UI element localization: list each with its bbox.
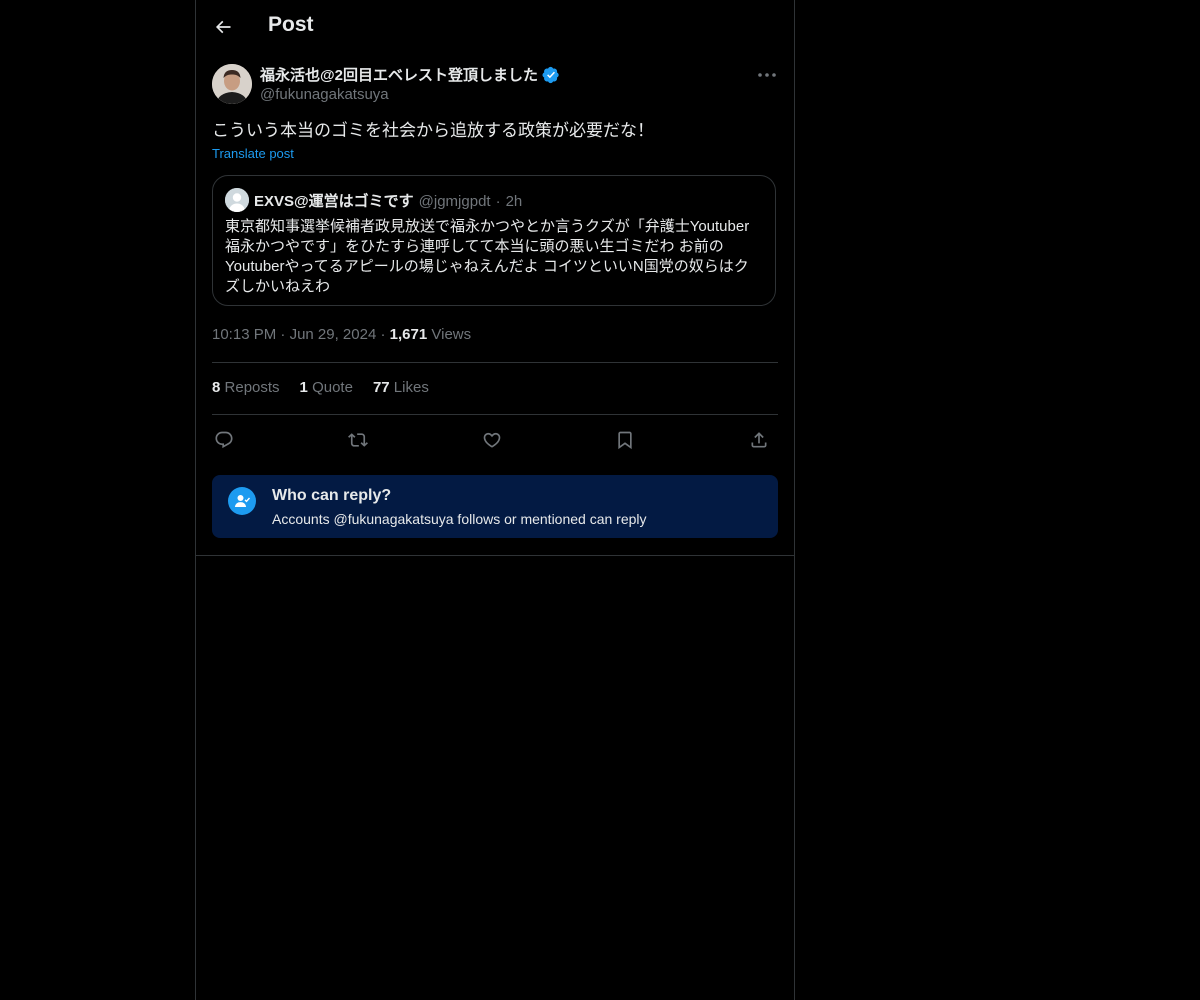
quotes-stat[interactable]: 1 Quote	[300, 379, 353, 396]
repost-button[interactable]	[346, 428, 370, 452]
bookmark-icon	[618, 431, 632, 450]
post-author: 福永活也@2回目エベレスト登頂しました @fukunagakatsuya	[212, 64, 778, 108]
quoted-text: 東京都知事選挙候補者政見放送で福永かつやとか言うクズが「弁護士Youtuber福…	[225, 218, 750, 295]
quotes-label: Quote	[312, 379, 353, 396]
reply-icon	[215, 431, 233, 449]
quoted-avatar	[225, 188, 249, 212]
divider	[212, 362, 778, 363]
back-button[interactable]	[210, 14, 236, 40]
reposts-count: 8	[212, 379, 221, 396]
quoted-time: 2h	[505, 193, 523, 210]
post-column: Post 福永活也@2回目エベレスト登頂しました @fukunagakatsuy…	[195, 0, 795, 1000]
reposts-stat[interactable]: 8 Reposts	[212, 379, 280, 396]
more-horizontal-icon	[758, 73, 776, 77]
views-count: 1,671	[389, 326, 428, 343]
heart-icon	[483, 432, 501, 448]
quoted-author-handle: @jgmjgpdt	[418, 193, 491, 210]
author-name[interactable]: 福永活也@2回目エベレスト登頂しました	[260, 64, 560, 85]
likes-count: 77	[372, 379, 390, 396]
quoted-post[interactable]: EXVS@運営はゴミです @jgmjgpdt · 2h 東京都知事選挙候補者政見…	[212, 175, 776, 306]
quoted-author-name: EXVS@運営はゴミです	[254, 193, 414, 210]
page-title: Post	[268, 13, 314, 36]
person-check-icon	[228, 487, 256, 515]
avatar[interactable]	[212, 64, 252, 104]
verified-badge-icon	[542, 66, 559, 83]
post-date[interactable]: Jun 29, 2024	[290, 326, 377, 343]
views-label: Views	[431, 326, 472, 343]
reposts-label: Reposts	[224, 379, 280, 396]
reply-restriction-notice: Who can reply? Accounts @fukunagakatsuya…	[212, 475, 778, 538]
arrow-left-icon	[215, 20, 231, 34]
engagement-stats: 8 Reposts 1 Quote 77 Likes	[212, 379, 429, 396]
bookmark-button[interactable]	[613, 428, 637, 452]
translate-post-link[interactable]: Translate post	[212, 146, 294, 161]
like-button[interactable]	[480, 428, 504, 452]
likes-stat[interactable]: 77 Likes	[373, 379, 429, 396]
share-icon	[751, 432, 767, 448]
reply-button[interactable]	[212, 428, 236, 452]
repost-icon	[348, 433, 368, 447]
divider	[196, 555, 794, 556]
author-handle[interactable]: @fukunagakatsuya	[260, 86, 389, 103]
views-separator: ·	[380, 326, 386, 343]
reply-restriction-title: Who can reply?	[272, 487, 392, 504]
more-options-button[interactable]	[756, 66, 778, 84]
post-time[interactable]: 10:13 PM	[212, 326, 276, 343]
timestamp-separator: ·	[280, 326, 286, 343]
quoted-separator: ·	[495, 193, 501, 210]
reply-restriction-subtitle: Accounts @fukunagakatsuya follows or men…	[272, 511, 647, 527]
likes-label: Likes	[393, 379, 429, 396]
share-button[interactable]	[747, 428, 771, 452]
action-bar	[212, 426, 778, 454]
quoted-header: EXVS@運営はゴミです @jgmjgpdt · 2h	[254, 190, 522, 211]
divider	[212, 414, 778, 415]
top-bar: Post	[196, 0, 794, 53]
post-text: こういう本当のゴミを社会から追放する政策が必要だな！	[212, 121, 654, 140]
post-timestamp: 10:13 PM · Jun 29, 2024 · 1,671 Views	[212, 326, 471, 343]
quotes-count: 1	[299, 379, 308, 396]
author-name-text: 福永活也@2回目エベレスト登頂しました	[260, 67, 538, 84]
